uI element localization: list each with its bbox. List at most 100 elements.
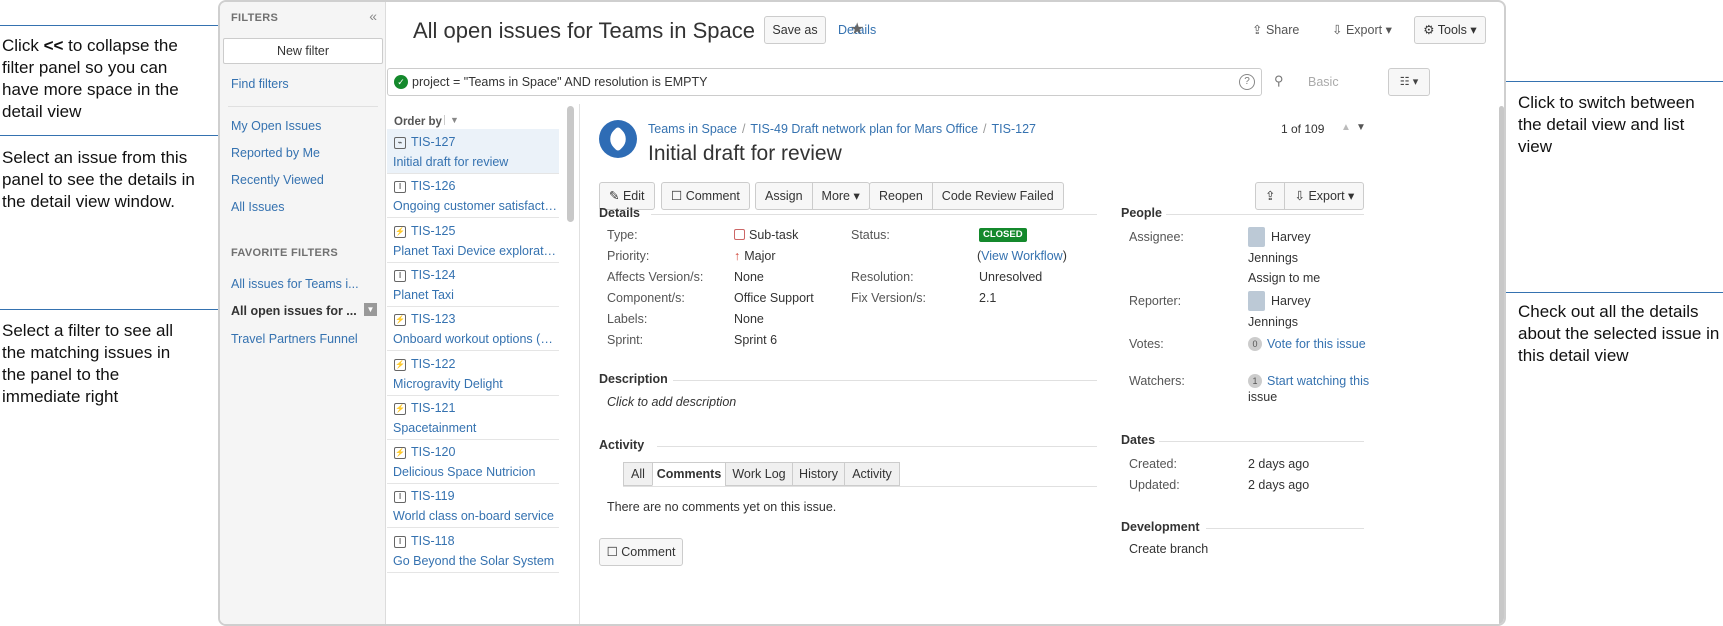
- issue-summary[interactable]: Planet Taxi: [393, 288, 557, 302]
- component-value[interactable]: Office Support: [734, 291, 814, 305]
- description-field[interactable]: Click to add description: [607, 395, 736, 409]
- issue-summary[interactable]: Microgravity Delight: [393, 377, 557, 391]
- issue-summary[interactable]: Initial draft for review: [393, 155, 557, 169]
- list-scrollbar[interactable]: [567, 106, 574, 222]
- tools-button[interactable]: ⚙ Tools ▾: [1414, 16, 1486, 44]
- tab-history[interactable]: History: [792, 462, 845, 486]
- filter-recently-viewed[interactable]: Recently Viewed: [231, 173, 324, 187]
- jql-search-bar[interactable]: ✓ project = "Teams in Space" AND resolut…: [387, 68, 1262, 96]
- assign-button[interactable]: Assign: [756, 183, 813, 209]
- issue-list-item[interactable]: ⚡ TIS-122 Microgravity Delight: [387, 351, 559, 396]
- jql-query[interactable]: project = "Teams in Space" AND resolutio…: [412, 75, 707, 89]
- reopen-button[interactable]: Reopen: [870, 183, 933, 209]
- issue-key[interactable]: TIS-122: [411, 357, 455, 371]
- jira-issue-navigator: FILTERS « New filter Find filters My Ope…: [218, 0, 1506, 626]
- share-issue-icon[interactable]: ⇪: [1256, 183, 1286, 209]
- fix-version-value[interactable]: 2.1: [979, 291, 996, 305]
- tab-activity[interactable]: Activity: [844, 462, 900, 486]
- issue-list-item[interactable]: Ⅰ TIS-118 Go Beyond the Solar System: [387, 528, 559, 573]
- export-button[interactable]: ⇩ Export ▾: [1332, 22, 1392, 37]
- breadcrumb-project[interactable]: Teams in Space: [648, 122, 737, 136]
- code-review-failed-button[interactable]: Code Review Failed: [933, 183, 1063, 209]
- tab-all[interactable]: All: [623, 462, 653, 486]
- issue-summary[interactable]: Ongoing customer satisfaction: [393, 199, 557, 213]
- issue-list-item[interactable]: Ⅰ TIS-126 Ongoing customer satisfaction: [387, 173, 559, 219]
- callout-collapse-glyph: <<: [43, 36, 64, 55]
- help-icon[interactable]: ?: [1239, 74, 1255, 90]
- filters-divider: [228, 106, 378, 107]
- issue-title: Initial draft for review: [648, 142, 842, 165]
- issue-key[interactable]: TIS-123: [411, 312, 455, 326]
- favorite-filter-active[interactable]: All open issues for ...: [231, 304, 357, 318]
- add-comment-button[interactable]: ☐ Comment: [599, 538, 683, 566]
- issue-key[interactable]: TIS-124: [411, 268, 455, 282]
- tab-work-log[interactable]: Work Log: [725, 462, 793, 486]
- subtask-icon: ⌁: [394, 137, 406, 149]
- vote-link[interactable]: Vote for this issue: [1267, 337, 1366, 351]
- priority-label: Priority:: [607, 249, 650, 263]
- filter-my-open-issues[interactable]: My Open Issues: [231, 119, 321, 133]
- view-workflow-link[interactable]: View Workflow: [981, 249, 1063, 263]
- issue-list-item[interactable]: ⚡ TIS-123 Onboard workout options (OW...: [387, 306, 559, 352]
- layout-switcher-button[interactable]: ☷ ▾: [1388, 68, 1430, 96]
- new-filter-button[interactable]: New filter: [223, 38, 383, 64]
- issue-summary[interactable]: Onboard workout options (OW...: [393, 332, 557, 346]
- previous-issue-icon[interactable]: ▲: [1341, 122, 1351, 133]
- issue-key[interactable]: TIS-120: [411, 445, 455, 459]
- issue-key[interactable]: TIS-127: [411, 135, 455, 149]
- order-by-label[interactable]: Order by: [394, 116, 442, 128]
- next-issue-icon[interactable]: ▼: [1356, 122, 1366, 133]
- create-branch-link[interactable]: Create branch: [1129, 542, 1208, 556]
- basic-search-link[interactable]: Basic: [1308, 75, 1339, 89]
- issue-summary[interactable]: Go Beyond the Solar System: [393, 554, 557, 568]
- comment-button[interactable]: ☐ Comment: [662, 183, 749, 209]
- valid-query-icon: ✓: [394, 75, 408, 89]
- find-filters-link[interactable]: Find filters: [231, 77, 289, 91]
- reporter-last-name: Jennings: [1248, 315, 1299, 329]
- issue-export-button[interactable]: ⇩ Export ▾: [1285, 183, 1363, 209]
- assignee-label: Assignee:: [1129, 230, 1184, 244]
- tab-comments[interactable]: Comments: [652, 462, 726, 486]
- share-button[interactable]: ⇪ Share: [1252, 22, 1299, 37]
- assign-to-me-link[interactable]: Assign to me: [1248, 271, 1320, 285]
- comment-icon: ☐: [606, 545, 622, 559]
- issue-list-item[interactable]: ⚡ TIS-120 Delicious Space Nutricion: [387, 439, 559, 485]
- watch-link-cont[interactable]: issue: [1248, 390, 1277, 404]
- favorite-star-icon[interactable]: ★: [850, 19, 864, 39]
- filter-panel: FILTERS « New filter Find filters My Ope…: [220, 2, 386, 624]
- status-badge: CLOSED: [979, 228, 1027, 242]
- save-as-button[interactable]: Save as: [764, 16, 826, 44]
- favorite-filter-all-issues[interactable]: All issues for Teams i...: [231, 277, 359, 291]
- issue-type-icon: ⚡: [394, 358, 406, 371]
- search-icon[interactable]: ⚲: [1274, 73, 1284, 89]
- affects-value: None: [734, 270, 764, 284]
- issue-list-item[interactable]: ⚡ TIS-121 Spacetainment: [387, 395, 559, 440]
- issue-list-item[interactable]: Ⅰ TIS-124 Planet Taxi: [387, 262, 559, 307]
- collapse-panel-icon[interactable]: «: [369, 8, 377, 24]
- issue-key[interactable]: TIS-119: [411, 489, 455, 503]
- issue-summary[interactable]: Planet Taxi Device exploration...: [393, 244, 557, 258]
- detail-scrollbar[interactable]: [1499, 106, 1504, 624]
- issue-key[interactable]: TIS-118: [411, 534, 455, 548]
- filter-reported-by-me[interactable]: Reported by Me: [231, 146, 320, 160]
- issue-key[interactable]: TIS-121: [411, 401, 455, 415]
- issue-key[interactable]: TIS-126: [411, 179, 455, 193]
- favorite-filter-travel-partners[interactable]: Travel Partners Funnel: [231, 332, 358, 346]
- issue-list-item[interactable]: ⚡ TIS-125 Planet Taxi Device exploration..…: [387, 218, 559, 263]
- issue-key[interactable]: TIS-125: [411, 224, 455, 238]
- type-label: Type:: [607, 228, 638, 242]
- watch-link[interactable]: Start watching this: [1267, 374, 1369, 388]
- filter-all-issues[interactable]: All Issues: [231, 200, 285, 214]
- issue-summary[interactable]: World class on-board service: [393, 509, 557, 523]
- issue-list-item[interactable]: ⌁ TIS-127 Initial draft for review: [387, 129, 559, 174]
- order-by-dropdown-icon[interactable]: ▼: [444, 115, 459, 125]
- issue-list-item[interactable]: Ⅰ TIS-119 World class on-board service: [387, 483, 559, 529]
- affects-label: Affects Version/s:: [607, 270, 704, 284]
- breadcrumb-parent[interactable]: TIS-49 Draft network plan for Mars Offic…: [750, 122, 978, 136]
- issue-summary[interactable]: Delicious Space Nutricion: [393, 465, 557, 479]
- reporter-first-name: Harvey: [1271, 294, 1311, 308]
- breadcrumb-issue[interactable]: TIS-127: [992, 122, 1036, 136]
- filter-dropdown-icon[interactable]: ▼: [364, 303, 377, 316]
- more-button[interactable]: More ▾: [813, 183, 869, 209]
- issue-summary[interactable]: Spacetainment: [393, 421, 557, 435]
